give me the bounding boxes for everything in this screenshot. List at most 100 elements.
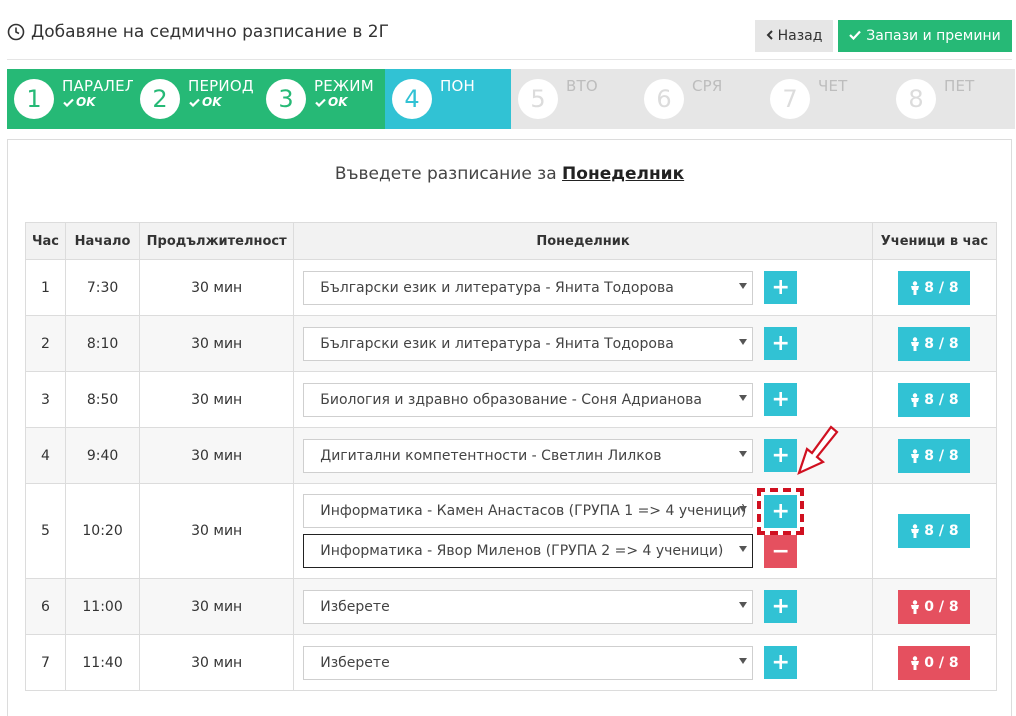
cell-duration: 30 мин [139,259,295,316]
caret-down-icon [739,393,748,404]
wizard-step-2[interactable]: 2 ПЕРИОД OK [133,69,259,129]
table-row: 7 11:40 30 мин Изберете +0 / 8 [24,634,998,691]
students-count-badge: 8 / 8 [898,438,971,473]
add-group-button[interactable]: + [764,271,798,304]
cell-subject: Дигитални компетентности - Светлин Лилко… [293,427,873,484]
table-row: 6 11:00 30 мин Изберете +0 / 8 [24,578,998,635]
subject-select-value: Биология и здравно образование - Соня Ад… [320,391,702,408]
add-group-button[interactable]: + [764,590,798,623]
add-group-button[interactable]: + [757,487,805,535]
cell-hour: 7 [24,634,67,691]
col-hour: Час [24,222,67,260]
student-icon [911,448,920,463]
students-count: 8 / 8 [924,523,959,539]
caret-down-icon [739,504,748,515]
cell-students: 0 / 8 [871,578,998,635]
wizard-step-5[interactable]: 5 ВТО [511,69,637,129]
schedule-panel: Въведете разписание за Понеделник Час На… [7,139,1012,716]
back-button-label: Назад [777,28,823,44]
step-label: ПАРАЛЕЛ [62,77,137,95]
cell-hour: 3 [24,371,67,428]
students-count: 0 / 8 [924,598,959,615]
add-group-button[interactable]: + [764,646,798,679]
wizard-step-7[interactable]: 7 ЧЕТ [763,69,889,129]
subject-select[interactable]: Български език и литература - Янита Тодо… [303,326,754,361]
add-group-button[interactable]: + [764,383,798,416]
subject-select-value: Изберете [320,654,390,671]
cell-duration: 30 мин [139,578,295,635]
subject-select[interactable]: Информатика - Камен Анастасов (ГРУПА 1 =… [303,494,754,528]
cell-duration: 30 мин [139,315,295,372]
page-title: Добавяне на седмично разписание в 2Г [7,22,389,42]
wizard-step-4[interactable]: 4 ПОН [385,69,511,129]
students-count: 0 / 8 [924,654,959,671]
prompt-day: Понеделник [562,164,685,184]
table-row: 5 10:20 30 мин Информатика - Камен Анастасо… [24,483,998,579]
subject-select-row: Български език и литература - Янита Тодо… [303,270,798,305]
table-row: 4 9:40 30 мин Дигитални компетентности - Св… [24,427,998,484]
add-group-button[interactable]: + [764,327,798,360]
cell-students: 8 / 8 [871,371,998,428]
subject-select-value: Информатика - Камен Анастасов (ГРУПА 1 =… [320,503,747,519]
subject-select-row: Биология и здравно образование - Соня Ад… [303,382,798,417]
step-label: ПОН [440,77,475,95]
step-number: 3 [266,79,306,119]
students-count-badge: 8 / 8 [898,270,971,305]
subject-select[interactable]: Български език и литература - Янита Тодо… [303,270,754,305]
cell-duration: 30 мин [139,427,295,484]
subject-select-group: Дигитални компетентности - Светлин Лилко… [295,438,871,473]
subject-select-value: Български език и литература - Янита Тодо… [320,335,674,352]
caret-down-icon [739,656,748,667]
cell-students: 0 / 8 [871,634,998,691]
student-icon [911,524,920,538]
step-label: РЕЖИМ [314,77,374,95]
step-number: 2 [140,79,180,119]
step-status-text: OK [202,95,222,109]
caret-down-icon [739,544,748,555]
cell-students: 8 / 8 [871,315,998,372]
subject-select-value: Информатика - Явор Миленов (ГРУПА 2 => 4… [320,543,724,559]
save-and-continue-button[interactable]: Запази и премини [838,20,1012,52]
step-number: 8 [896,79,936,119]
wizard-step-8[interactable]: 8 ПЕТ [889,69,1015,129]
prompt-text: Въведете разписание за [334,164,563,184]
step-status: OK [315,95,348,109]
students-count-badge: 8 / 8 [898,326,971,361]
students-count-badge: 8 / 8 [898,382,971,417]
step-number: 6 [644,79,684,119]
caret-down-icon [739,281,748,292]
step-number: 7 [770,79,810,119]
col-duration: Продължителност [139,222,295,260]
cell-start: 11:00 [65,578,141,635]
subject-select[interactable]: Изберете [303,645,754,680]
save-button-label: Запази и премини [866,28,1001,44]
page-title-text: Добавяне на седмично разписание в 2Г [31,22,389,42]
cell-subject: Изберете + [293,634,873,691]
wizard-step-1[interactable]: 1 ПАРАЛЕЛ OK [7,69,137,129]
table-row: 1 7:30 30 мин Български език и литература -… [24,259,998,316]
subject-select[interactable]: Информатика - Явор Миленов (ГРУПА 2 => 4… [303,534,754,568]
back-button[interactable]: Назад [755,20,833,52]
cell-start: 10:20 [65,483,141,579]
subject-select-group: Изберете + [295,645,871,680]
wizard-step-3[interactable]: 3 РЕЖИМ OK [259,69,385,129]
students-count: 8 / 8 [924,391,959,408]
subject-select-group: Изберете + [295,589,871,624]
subject-select-group: Биология и здравно образование - Соня Ад… [295,382,871,417]
caret-down-icon [739,600,748,611]
subject-select[interactable]: Изберете [303,589,754,624]
wizard-step-6[interactable]: 6 СРЯ [637,69,763,129]
subject-select[interactable]: Биология и здравно образование - Соня Ад… [303,382,754,417]
remove-group-button[interactable]: − [764,534,798,568]
subject-select[interactable]: Дигитални компетентности - Светлин Лилко… [303,438,754,473]
clock-icon [7,23,25,41]
step-status: OK [189,95,222,109]
cell-start: 7:30 [65,259,141,316]
cell-hour: 4 [24,427,67,484]
subject-select-row: Изберете + [303,589,798,624]
cell-hour: 1 [24,259,67,316]
schedule-table: Час Начало Продължителност Понеделник Уч… [24,222,998,691]
cell-start: 8:50 [65,371,141,428]
cell-duration: 30 мин [139,634,295,691]
students-count: 8 / 8 [924,447,959,464]
